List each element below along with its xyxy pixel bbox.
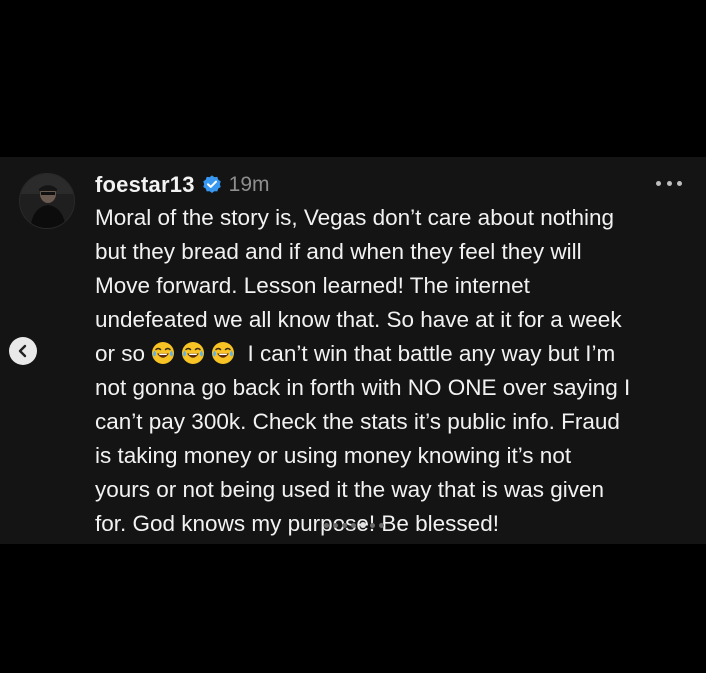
- post-line: can’t pay 300k. Check the stats it’s pub…: [95, 409, 620, 434]
- post-body: Moral of the story is, Vegas don’t care …: [95, 201, 695, 541]
- post-card: foestar13 19m Moral of the story is, Veg…: [0, 157, 706, 544]
- verified-badge-icon: [201, 174, 223, 196]
- face-with-tears-of-joy-icon: [151, 341, 175, 365]
- carousel-dot[interactable]: [351, 522, 356, 528]
- post-text-segment: or so: [95, 341, 146, 366]
- carousel-dot[interactable]: [379, 522, 384, 528]
- carousel-dot[interactable]: [333, 522, 338, 528]
- post-line: Moral of the story is, Vegas don’t care …: [95, 205, 615, 230]
- username[interactable]: foestar13: [95, 172, 195, 198]
- post-line: yours or not being used it the way that …: [95, 477, 605, 502]
- carousel-dot[interactable]: [370, 522, 375, 528]
- post-line-with-emoji: or so I can’t win that battle any way bu…: [95, 337, 695, 371]
- carousel-dot[interactable]: [324, 522, 329, 528]
- face-with-tears-of-joy-icon: [181, 341, 205, 365]
- post-text-segment: I can’t win that battle any way but I’m: [241, 341, 616, 366]
- carousel-pagination: [324, 521, 384, 529]
- post-line: undefeated we all know that. So have at …: [95, 307, 622, 332]
- post-line: not gonna go back in forth with NO ONE o…: [95, 375, 631, 400]
- more-options-icon[interactable]: [656, 173, 682, 193]
- face-with-tears-of-joy-icon: [211, 341, 235, 365]
- carousel-dot[interactable]: [342, 522, 347, 528]
- more-dot: [666, 180, 672, 186]
- post-line: Move forward. Lesson learned! The intern…: [95, 273, 530, 298]
- more-dot: [656, 180, 661, 186]
- avatar-image: [20, 174, 74, 228]
- carousel-dot-active[interactable]: [360, 522, 366, 528]
- avatar[interactable]: [19, 173, 75, 229]
- carousel-prev-button[interactable]: [9, 337, 37, 365]
- post-line: is taking money or using money knowing i…: [95, 443, 572, 468]
- post-timestamp: 19m: [228, 173, 270, 196]
- post-header: foestar13 19m: [95, 171, 270, 199]
- chevron-left-icon: [18, 344, 27, 358]
- more-dot: [677, 180, 682, 186]
- post-line: for. God knows my purpose! Be blessed!: [95, 511, 499, 536]
- post-line: but they bread and if and when they feel…: [95, 239, 582, 264]
